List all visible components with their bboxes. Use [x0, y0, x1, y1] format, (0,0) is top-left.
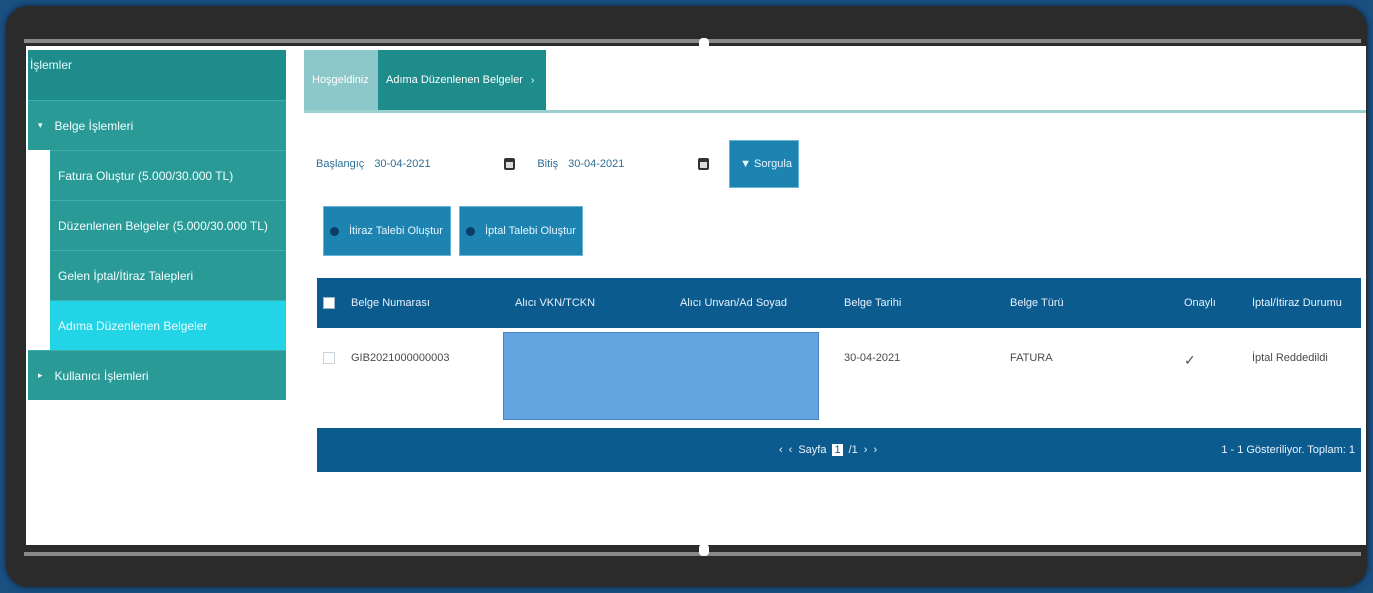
create-cancel-button[interactable]: İptal Talebi Oluştur: [459, 206, 583, 256]
document-date: 30-04-2021: [844, 352, 901, 364]
plus-circle-icon: [466, 226, 475, 236]
column-header[interactable]: Belge Numarası: [343, 297, 507, 309]
start-date-input[interactable]: 30-04-2021: [374, 158, 504, 170]
documents-table: Belge Numarası Alıcı VKN/TCKN Alıcı Unva…: [317, 278, 1361, 472]
app-screen: İşlemler ▾ Belge İşlemleri Fatura Oluştu…: [26, 46, 1366, 545]
row-select-cell: [317, 328, 343, 364]
column-header[interactable]: Belge Türü: [1002, 297, 1176, 309]
page-total: /1: [848, 444, 858, 456]
plus-circle-icon: [330, 226, 339, 236]
next-page-icon[interactable]: ›: [864, 444, 868, 456]
breadcrumb: Hoşgeldiniz Adıma Düzenlenen Belgeler ›: [304, 50, 546, 110]
date-filters: Başlangıç 30-04-2021 Bitiş 30-04-2021 ▼ …: [316, 140, 800, 188]
page-input[interactable]: 1: [832, 444, 843, 456]
sidebar-item-label: Düzenlenen Belgeler (5.000/30.000 TL): [58, 218, 268, 233]
column-header[interactable]: İptal/İtiraz Durumu: [1244, 297, 1361, 309]
sidebar-item-adima-duzenlenen[interactable]: Adıma Düzenlenen Belgeler: [50, 300, 286, 350]
sidebar-item-label: Kullanıcı İşlemleri: [54, 368, 149, 383]
calendar-icon[interactable]: [698, 158, 710, 170]
frame-top-edge: [24, 39, 1361, 43]
table-header: Belge Numarası Alıcı VKN/TCKN Alıcı Unva…: [317, 278, 1361, 328]
filter-button[interactable]: ▼ Sorgula: [729, 140, 800, 188]
sidebar-item-label: Belge İşlemleri: [54, 118, 134, 133]
page-label: Sayfa: [798, 444, 827, 456]
sidebar-item-label: Fatura Oluştur (5.000/30.000 TL): [58, 168, 234, 183]
monitor-frame: İşlemler ▾ Belge İşlemleri Fatura Oluştu…: [6, 6, 1367, 587]
create-objection-button[interactable]: İtiraz Talebi Oluştur: [323, 206, 451, 256]
sidebar-item-duzenlenen-belgeler[interactable]: Düzenlenen Belgeler (5.000/30.000 TL): [50, 200, 286, 250]
caret-down-icon: ▾: [38, 120, 43, 130]
pagination-info: 1 - 1 Gösteriliyor. Toplam: 1: [1221, 444, 1355, 456]
caret-right-icon: ▸: [38, 370, 43, 380]
select-all-cell: [317, 297, 343, 309]
cancel-status: İptal Reddedildi: [1252, 352, 1328, 364]
row-checkbox[interactable]: [323, 352, 335, 364]
document-number: GIB2021000000003: [351, 352, 450, 364]
column-header[interactable]: Alıcı Unvan/Ad Soyad: [672, 297, 836, 309]
sidebar-item-label: Gelen İptal/İtiraz Talepleri: [58, 268, 194, 283]
select-all-checkbox[interactable]: [323, 297, 335, 309]
breadcrumb-current[interactable]: Adıma Düzenlenen Belgeler ›: [378, 50, 546, 110]
start-date-label: Başlangıç: [316, 158, 365, 170]
pagination-bar: ‹ ‹ Sayfa 1 /1 › › 1 - 1 Gösteriliyor. T…: [317, 428, 1361, 472]
sidebar-item-fatura-olustur[interactable]: Fatura Oluştur (5.000/30.000 TL): [50, 150, 286, 200]
action-buttons: İtiraz Talebi Oluştur İptal Talebi Oluşt…: [323, 206, 583, 256]
prev-page-icon[interactable]: ‹: [789, 444, 793, 456]
frame-bottom-edge: [24, 552, 1361, 556]
create-objection-label: İtiraz Talebi Oluştur: [349, 225, 443, 237]
sidebar-item-gelen-talepler[interactable]: Gelen İptal/İtiraz Talepleri: [50, 250, 286, 300]
redaction-overlay: [503, 332, 819, 420]
frame-bottom-knob: [699, 544, 709, 556]
end-date-label: Bitiş: [537, 158, 559, 170]
column-header[interactable]: Onaylı: [1176, 297, 1244, 309]
first-page-icon[interactable]: ‹: [779, 444, 783, 456]
table-row[interactable]: GIB2021000000003 30-04-2021 FATURA ✓ İpt…: [317, 328, 1361, 428]
sidebar-group-kullanici-islemleri[interactable]: ▸ Kullanıcı İşlemleri: [28, 350, 286, 400]
sidebar-item-label: Adıma Düzenlenen Belgeler: [58, 318, 208, 333]
last-page-icon[interactable]: ›: [873, 444, 877, 456]
create-cancel-label: İptal Talebi Oluştur: [485, 225, 576, 237]
sidebar: İşlemler ▾ Belge İşlemleri Fatura Oluştu…: [28, 50, 286, 436]
column-header[interactable]: Belge Tarihi: [836, 297, 1002, 309]
document-type: FATURA: [1010, 352, 1053, 364]
column-header[interactable]: Alıcı VKN/TCKN: [507, 297, 672, 309]
calendar-icon[interactable]: [504, 158, 516, 170]
end-date-input[interactable]: 30-04-2021: [568, 158, 698, 170]
breadcrumb-divider: [304, 110, 1366, 113]
approved-check-icon: ✓: [1184, 352, 1196, 368]
pagination-nav: ‹ ‹ Sayfa 1 /1 › ›: [779, 444, 877, 456]
breadcrumb-home[interactable]: Hoşgeldiniz: [304, 50, 378, 110]
breadcrumb-current-label: Adıma Düzenlenen Belgeler: [386, 74, 523, 86]
chevron-right-icon: ›: [530, 74, 535, 86]
sidebar-group-belge-islemleri[interactable]: ▾ Belge İşlemleri: [28, 100, 286, 150]
sidebar-header: İşlemler: [28, 50, 286, 100]
